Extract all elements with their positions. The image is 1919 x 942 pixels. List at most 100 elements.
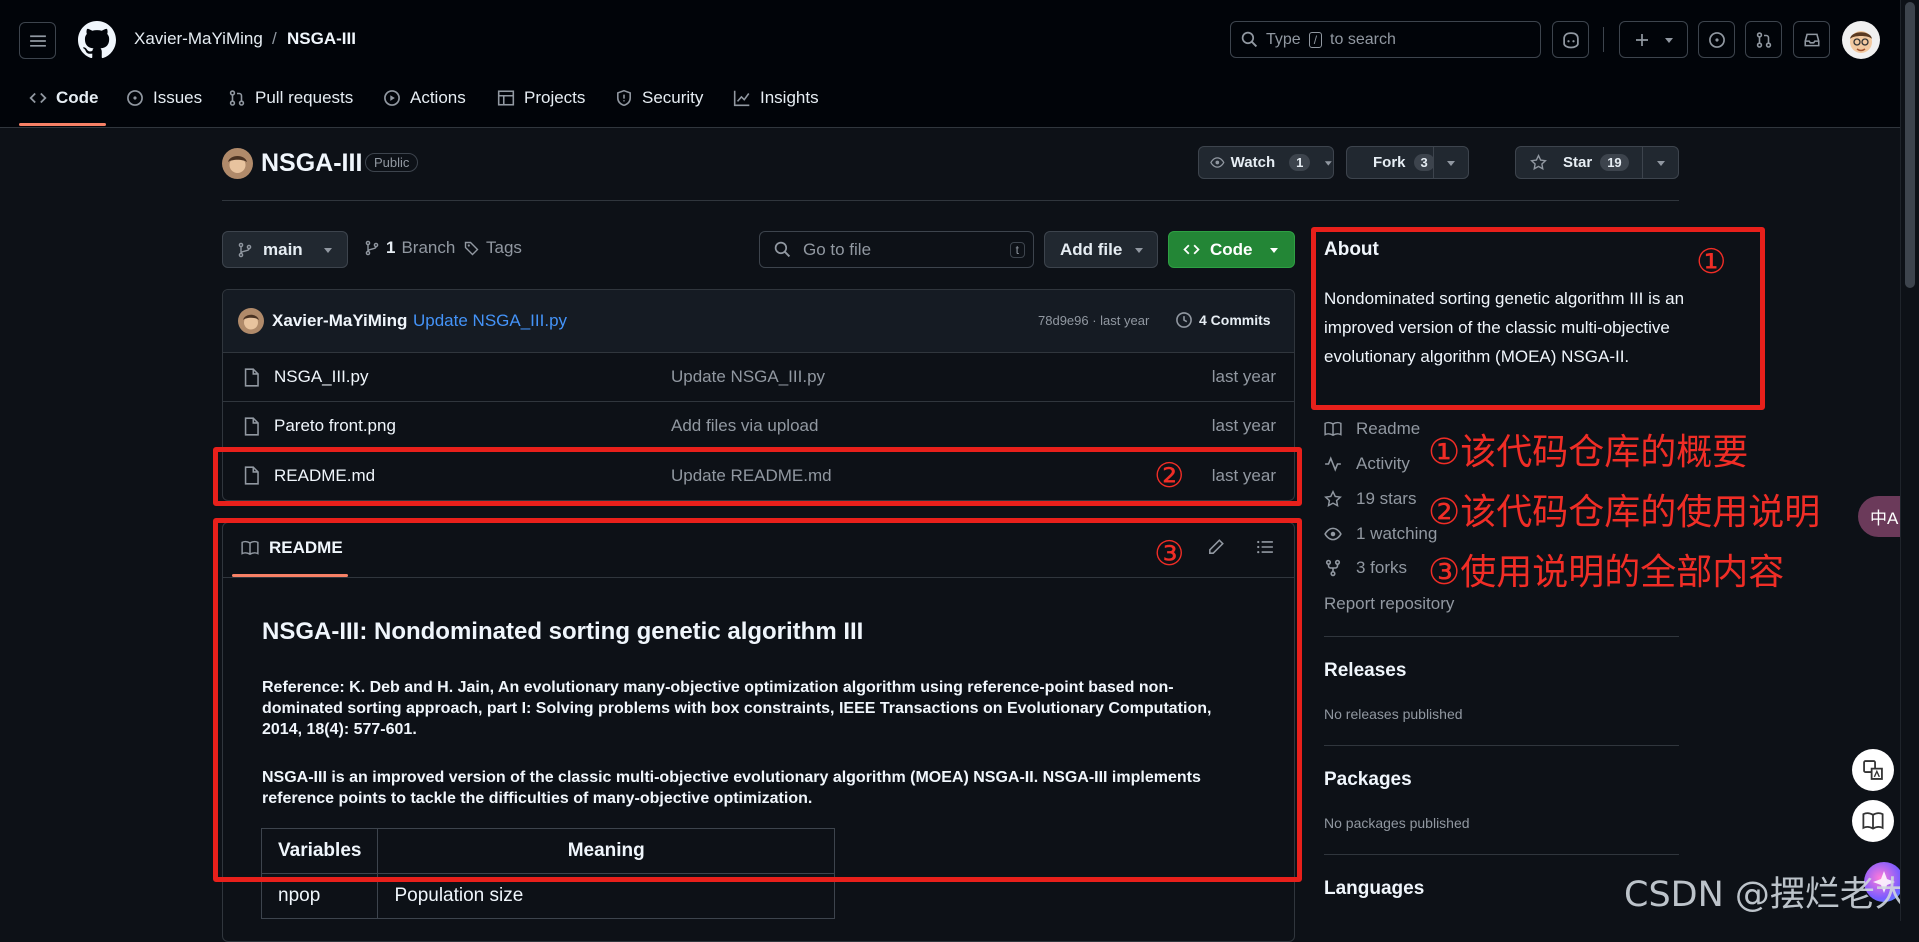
tags-link[interactable]: Tags	[464, 238, 522, 258]
commit-author-avatar[interactable]	[238, 308, 264, 334]
issue-opened-icon	[1708, 31, 1725, 48]
tab-projects-label: Projects	[524, 88, 586, 107]
file-row[interactable]: NSGA_III.py Update NSGA_III.py last year	[222, 352, 1295, 401]
add-file-button[interactable]: Add file	[1044, 231, 1158, 268]
branch-count: 1	[386, 238, 396, 257]
tab-security[interactable]: Security	[615, 84, 703, 112]
eye-icon	[1324, 527, 1342, 541]
inbox-icon	[1803, 33, 1820, 46]
issues-button[interactable]	[1698, 21, 1735, 58]
table-icon	[497, 90, 515, 106]
file-commit-message[interactable]: Update NSGA_III.py	[671, 367, 825, 387]
pull-request-icon	[229, 90, 245, 106]
sidebar-divider	[1324, 745, 1679, 746]
commit-author[interactable]: Xavier-MaYiMing	[272, 311, 407, 331]
active-tab-underline	[19, 123, 106, 126]
github-logo-icon	[78, 21, 116, 59]
tag-icon	[464, 241, 479, 256]
visibility-badge: Public	[365, 153, 419, 172]
commit-message-link[interactable]: Update NSGA_III.py	[413, 311, 567, 331]
breadcrumb-separator: /	[272, 29, 277, 48]
file-icon	[244, 416, 259, 436]
triangle-down-icon	[1447, 160, 1455, 166]
watchers-link-label: 1 watching	[1356, 524, 1438, 543]
star-button[interactable]: Star 19	[1515, 146, 1643, 179]
commit-meta[interactable]: 78d9e96 · last year	[1038, 313, 1149, 328]
tab-projects[interactable]: Projects	[497, 84, 585, 112]
forks-link-label: 3 forks	[1356, 558, 1408, 577]
pulse-icon	[1325, 456, 1341, 472]
eye-icon	[1210, 157, 1225, 168]
tab-code[interactable]: Code	[29, 84, 99, 112]
tab-pull-requests[interactable]: Pull requests	[228, 84, 353, 112]
file-time: last year	[1211, 416, 1276, 435]
git-branch-icon	[238, 242, 252, 257]
commits-link[interactable]: 4 Commits	[1175, 311, 1271, 329]
history-icon	[1176, 312, 1192, 328]
translate-icon	[1863, 760, 1883, 780]
branch-label: Branch	[401, 238, 456, 257]
go-to-file-input[interactable]: Go to file t	[759, 231, 1034, 268]
tab-issues[interactable]: Issues	[126, 84, 202, 112]
fork-button[interactable]: Fork 3	[1346, 146, 1435, 179]
create-new-button[interactable]	[1619, 21, 1688, 58]
repo-link[interactable]: NSGA-III	[287, 29, 356, 49]
readme-link[interactable]: Readme	[1324, 419, 1420, 439]
branch-selector[interactable]: main	[222, 231, 348, 268]
owner-avatar[interactable]	[222, 148, 253, 179]
watch-button[interactable]: Watch 1	[1198, 146, 1334, 179]
repo-title[interactable]: NSGA-III	[261, 149, 362, 178]
shield-icon	[617, 89, 631, 107]
annotation-number-3: ③	[1154, 534, 1185, 574]
user-avatar[interactable]	[1842, 21, 1880, 59]
add-file-label: Add file	[1060, 239, 1123, 259]
translate-tool-button[interactable]	[1852, 749, 1894, 791]
github-logo[interactable]	[78, 21, 116, 59]
stars-link[interactable]: 19 stars	[1324, 489, 1416, 509]
copilot-button[interactable]	[1552, 21, 1589, 58]
reader-icon	[1862, 812, 1884, 830]
file-name[interactable]: Pareto front.png	[274, 416, 396, 436]
watchers-link[interactable]: 1 watching	[1324, 524, 1437, 544]
global-search-input[interactable]: Type / to search	[1230, 21, 1541, 58]
fork-count: 3	[1413, 154, 1435, 171]
play-icon	[384, 90, 400, 106]
search-icon	[774, 241, 791, 258]
report-repository-link[interactable]: Report repository	[1324, 594, 1454, 614]
inbox-button[interactable]	[1793, 21, 1830, 58]
annotation-number-1: ①	[1696, 242, 1727, 282]
watch-label: Watch	[1230, 154, 1276, 171]
annotation-number-2: ②	[1154, 456, 1185, 496]
star-dropdown-button[interactable]	[1642, 146, 1679, 179]
tab-code-label: Code	[56, 88, 99, 107]
file-row[interactable]: Pareto front.png Add files via upload la…	[222, 401, 1295, 450]
owner-avatar-icon	[228, 156, 247, 173]
packages-heading[interactable]: Packages	[1324, 769, 1412, 791]
menu-button[interactable]	[19, 22, 56, 59]
reader-mode-button[interactable]	[1852, 800, 1894, 842]
scrollbar-thumb[interactable]	[1905, 2, 1915, 288]
tab-insights-label: Insights	[760, 88, 819, 107]
forks-link[interactable]: 3 forks	[1324, 558, 1407, 578]
star-icon	[1324, 490, 1342, 508]
annotation-box-readme-file	[213, 447, 1302, 506]
pull-request-icon	[1756, 31, 1771, 48]
activity-link[interactable]: Activity	[1324, 454, 1410, 474]
code-icon	[29, 92, 47, 104]
triangle-down-icon	[1269, 247, 1278, 253]
search-prefix: Type	[1266, 30, 1301, 48]
file-name[interactable]: NSGA_III.py	[274, 367, 368, 387]
code-button[interactable]: Code	[1168, 231, 1295, 268]
triangle-down-icon	[1656, 160, 1665, 166]
releases-heading[interactable]: Releases	[1324, 660, 1406, 682]
tab-insights[interactable]: Insights	[733, 84, 819, 112]
tab-issues-label: Issues	[153, 88, 203, 107]
file-commit-message[interactable]: Add files via upload	[671, 416, 818, 436]
csdn-watermark: CSDN @摆烂老大	[1624, 875, 1910, 915]
tab-actions[interactable]: Actions	[383, 84, 466, 112]
branches-link[interactable]: 1 Branch	[364, 238, 455, 258]
fork-dropdown-button[interactable]	[1433, 146, 1469, 179]
owner-link[interactable]: Xavier-MaYiMing	[134, 29, 263, 49]
pull-requests-button[interactable]	[1745, 21, 1782, 58]
page-scrollbar[interactable]	[1900, 0, 1919, 921]
